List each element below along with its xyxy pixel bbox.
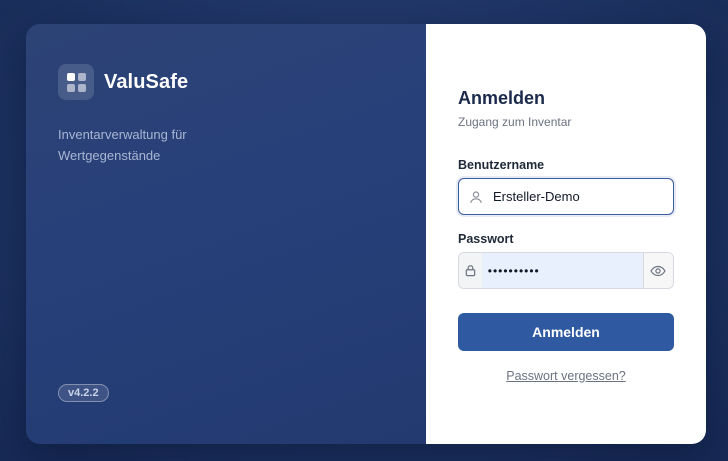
forgot-password-link[interactable]: Passwort vergessen? [458, 369, 674, 383]
password-field[interactable] [458, 252, 674, 289]
lock-icon [459, 264, 482, 277]
login-subtitle: Zugang zum Inventar [458, 115, 572, 129]
version-badge: v4.2.2 [58, 384, 109, 402]
grid-logo-icon [58, 64, 94, 100]
login-button[interactable]: Anmelden [458, 313, 674, 351]
eye-icon[interactable] [642, 253, 673, 288]
brand-panel: ValuSafe Inventarverwaltung für Wertgege… [26, 24, 426, 444]
brand-header: ValuSafe [58, 64, 188, 100]
login-form: Anmelden Zugang zum Inventar Benutzernam… [458, 88, 674, 383]
login-card: ValuSafe Inventarverwaltung für Wertgege… [26, 24, 706, 444]
password-input[interactable] [481, 253, 643, 288]
user-icon [459, 190, 493, 204]
login-panel: Anmelden Zugang zum Inventar Benutzernam… [426, 24, 706, 444]
username-label: Benutzername [458, 158, 545, 172]
username-input[interactable] [493, 179, 673, 214]
password-label: Passwort [458, 232, 514, 246]
brand-name: ValuSafe [104, 70, 189, 93]
username-field[interactable] [458, 178, 674, 215]
brand-tagline: Inventarverwaltung für Wertgegenstände [58, 127, 187, 163]
login-title: Anmelden [458, 88, 546, 108]
